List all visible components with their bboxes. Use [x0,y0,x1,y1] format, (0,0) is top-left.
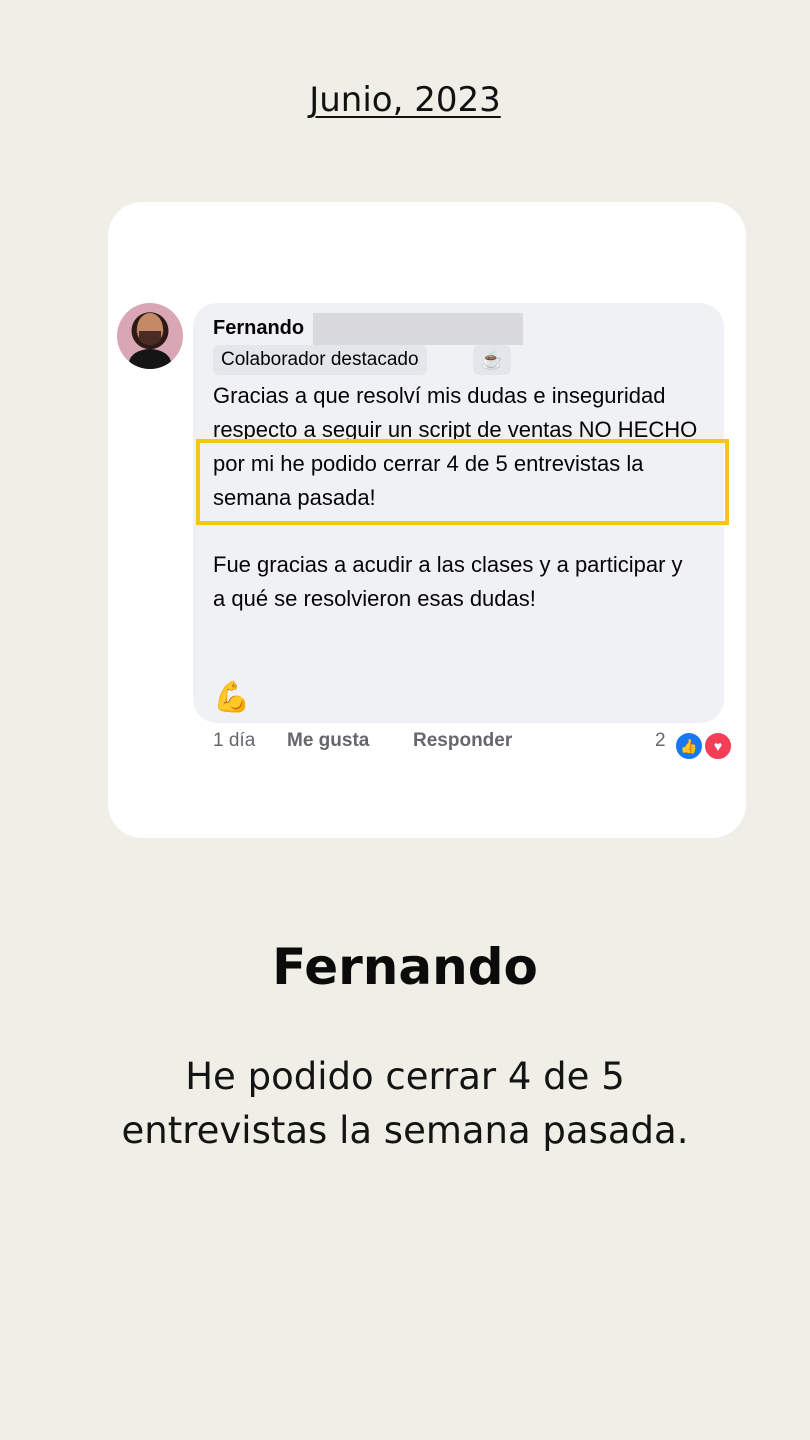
avatar-shirt [129,349,171,369]
contributor-badge[interactable]: Colaborador destacado [213,345,427,375]
like-button[interactable]: Me gusta [287,730,369,752]
reaction-count[interactable]: 2 [655,730,666,752]
comment-timestamp[interactable]: 1 día [213,730,255,752]
avatar[interactable] [117,303,183,369]
avatar-beard [139,331,161,345]
testimonial-quote: He podido cerrar 4 de 5 entrevistas la s… [121,1055,689,1152]
reply-button[interactable]: Responder [413,730,512,752]
comment-author[interactable]: Fernando [213,317,304,340]
coffee-icon: ☕ [473,345,511,375]
heart-icon[interactable]: ♥ [703,731,733,761]
highlight-box [196,439,729,525]
comment-paragraph-2: Fue gracias a acudir a las clases y a pa… [213,552,683,611]
date-heading: Junio, 2023 [309,80,501,120]
thumbs-up-icon[interactable]: 👍 [674,731,704,761]
redacted-surname [313,313,523,345]
testimonial-name: Fernando [272,938,538,996]
flexed-biceps-emoji: 💪 [213,681,251,714]
